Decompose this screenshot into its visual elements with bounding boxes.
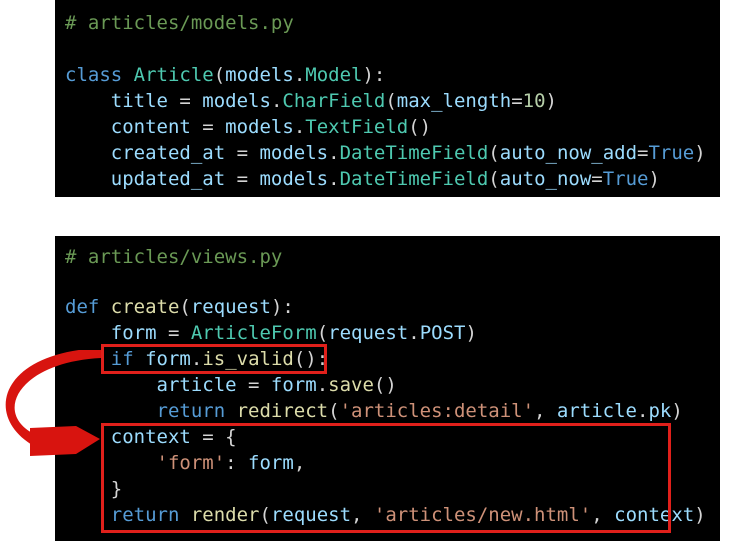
code-token: pk (648, 400, 672, 422)
code-token: = (637, 142, 649, 164)
code-token: class (65, 64, 134, 86)
code-token: = (511, 90, 523, 112)
code-token: TextField (305, 116, 409, 138)
code-token: True (648, 142, 695, 164)
code-token: ArticleForm (190, 322, 317, 344)
context-render-highlight-box (101, 423, 671, 533)
code-token: ( (179, 296, 191, 318)
code-token: models (259, 142, 329, 164)
code-token: title (110, 90, 168, 112)
code-token: . (637, 400, 649, 422)
code-line: updated_at = models.DateTimeField(auto_n… (65, 166, 660, 192)
code-token: = (225, 168, 260, 190)
code-token: . (328, 142, 340, 164)
code-token: . (293, 64, 306, 86)
code-token: save (328, 374, 374, 396)
code-token: ): (362, 64, 386, 86)
code-token: ): (270, 296, 294, 318)
code-line: article = form.save() (65, 372, 397, 398)
code-line: content = models.TextField() (65, 114, 431, 140)
code-line: return redirect('articles:detail', artic… (65, 398, 683, 424)
code-token: ( (385, 90, 397, 112)
code-token: ) (694, 504, 706, 526)
code-token: auto_now_add (499, 142, 638, 164)
code-token: True (602, 168, 649, 190)
code-token: ( (488, 168, 500, 190)
code-token: 'articles:detail' (339, 400, 535, 422)
code-token: Model (305, 64, 363, 86)
code-token: CharField (282, 90, 386, 112)
code-token: max_length (396, 90, 512, 112)
code-token: . (328, 168, 340, 190)
code-token: ( (316, 322, 329, 344)
code-token: = (167, 90, 203, 112)
code-token: . (270, 90, 283, 112)
code-token: models (259, 168, 329, 190)
code-token: content (110, 116, 191, 138)
code-token: return (156, 400, 237, 422)
code-token: = (591, 168, 603, 190)
code-token: DateTimeField (339, 168, 489, 190)
models-code-block: # articles/models.py class Article(model… (55, 0, 720, 197)
code-token: = (236, 374, 271, 396)
code-token: create (110, 296, 180, 318)
code-token: ) (545, 90, 557, 112)
code-token: ) (671, 400, 683, 422)
code-token: models (202, 90, 271, 112)
code-token: . (316, 374, 329, 396)
code-token: . (408, 322, 420, 344)
code-token: ( (488, 142, 500, 164)
code-token: redirect (236, 400, 329, 422)
code-token: updated_at (110, 168, 226, 190)
views-file-comment: # articles/views.py (65, 246, 283, 268)
code-token: models (225, 64, 294, 86)
code-token: created_at (110, 142, 226, 164)
code-token: form (270, 374, 317, 396)
code-token: request (328, 322, 409, 344)
code-token: () (408, 116, 432, 138)
code-line: class Article(models.Model): (65, 62, 385, 88)
code-token: article (556, 400, 637, 422)
code-token: 10 (522, 90, 546, 112)
code-token: ) (648, 168, 660, 190)
code-token: request (190, 296, 271, 318)
code-token: = (190, 116, 226, 138)
code-token: ) (694, 142, 706, 164)
code-token: auto_now (499, 168, 592, 190)
models-file-comment: # articles/models.py (65, 12, 294, 34)
code-line: form = ArticleForm(request.POST) (65, 320, 477, 346)
code-token: ( (213, 64, 226, 86)
flow-arrow-icon (5, 350, 101, 456)
code-token: form (110, 322, 157, 344)
code-token: DateTimeField (339, 142, 489, 164)
code-token: models (225, 116, 294, 138)
code-token: ) (465, 322, 477, 344)
code-token: . (293, 116, 306, 138)
code-token: , (534, 400, 557, 422)
code-token: def (65, 296, 111, 318)
code-line: created_at = models.DateTimeField(auto_n… (65, 140, 706, 166)
code-token: () (373, 374, 397, 396)
code-line: def create(request): (65, 294, 294, 320)
code-token: POST (419, 322, 466, 344)
code-token: ( (328, 400, 340, 422)
code-token: Article (133, 64, 214, 86)
code-token: article (156, 374, 237, 396)
code-token: = (156, 322, 191, 344)
code-token: = (225, 142, 260, 164)
code-line: title = models.CharField(max_length=10) (65, 88, 557, 114)
is-valid-highlight-box (101, 344, 327, 374)
